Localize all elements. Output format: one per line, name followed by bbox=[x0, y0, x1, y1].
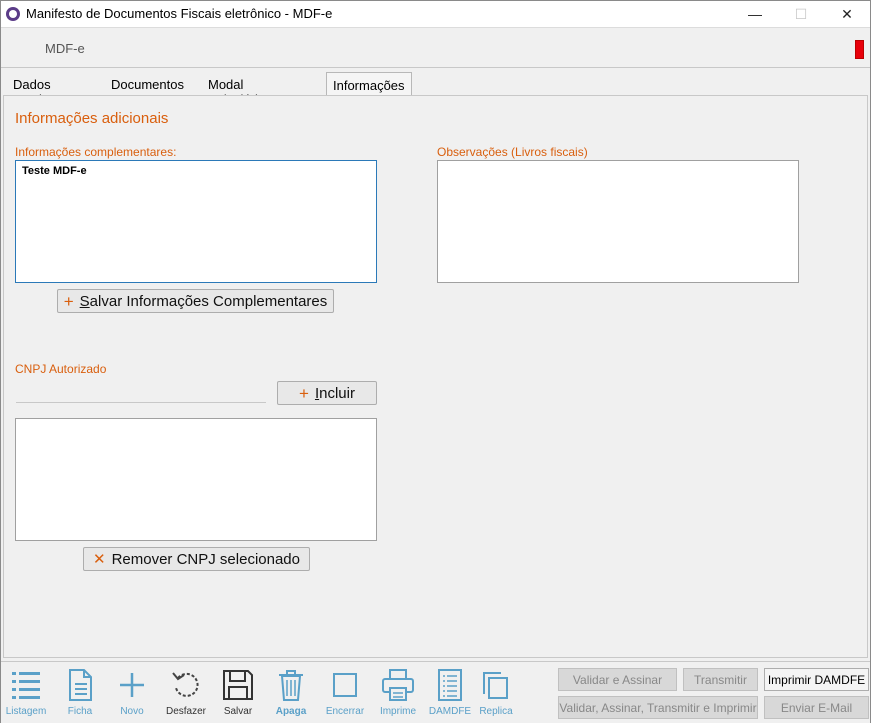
toolbar-ficha[interactable]: Ficha bbox=[55, 668, 105, 723]
toolbar-listagem[interactable]: Listagem bbox=[1, 668, 51, 723]
save-complementares-button[interactable]: + Salvar Informações Complementares bbox=[57, 289, 334, 313]
toolbar-salvar[interactable]: Salvar bbox=[213, 668, 263, 723]
observacoes-label: Observações (Livros fiscais) bbox=[437, 145, 588, 159]
tab-modal-rodoviario[interactable]: Modal rodoviário bbox=[202, 74, 271, 107]
close-icon: ✕ bbox=[93, 550, 106, 568]
toolbar-encerrar-label: Encerrar bbox=[325, 706, 365, 717]
complementares-value: Teste MDF-e bbox=[22, 165, 87, 177]
toolbar-desfazer[interactable]: Desfazer bbox=[161, 668, 211, 723]
toolbar-ficha-label: Ficha bbox=[67, 706, 93, 717]
toolbar-replica-label: Replica bbox=[479, 706, 513, 717]
maximize-button[interactable]: ☐ bbox=[778, 1, 824, 27]
app-logo-icon bbox=[6, 7, 20, 21]
toolbar-damdfe[interactable]: DAMDFE bbox=[425, 668, 475, 723]
list-icon bbox=[12, 672, 40, 699]
toolbar-imprime-label: Imprime bbox=[379, 706, 417, 717]
title-bar: Manifesto de Documentos Fiscais eletrôni… bbox=[1, 1, 870, 27]
undo-icon bbox=[172, 672, 199, 697]
trash-icon bbox=[279, 670, 303, 701]
status-indicator bbox=[855, 40, 864, 59]
minimize-button[interactable]: — bbox=[732, 1, 778, 27]
bottom-toolbar: Listagem Ficha Novo Desfazer Salvar Apag… bbox=[1, 661, 870, 723]
printer-icon bbox=[382, 669, 414, 701]
incluir-label: Incluir bbox=[314, 384, 355, 402]
enviar-email-button[interactable]: Enviar E-Mail bbox=[764, 696, 869, 719]
toolbar-novo-label: Novo bbox=[120, 706, 144, 717]
remove-cnpj-label: Remover CNPJ selecionado bbox=[111, 550, 300, 568]
observacoes-textarea[interactable] bbox=[437, 160, 799, 283]
complementares-label: Informações complementares: bbox=[15, 145, 177, 159]
plus-icon: + bbox=[63, 291, 74, 311]
toolbar-damdfe-label: DAMDFE bbox=[428, 706, 472, 717]
cnpj-input[interactable] bbox=[16, 383, 266, 403]
header-strip: MDF-e bbox=[1, 27, 870, 68]
validar-assinar-transmitir-imprimir-button[interactable]: Validar, Assinar, Transmitir e Imprimir bbox=[558, 696, 758, 719]
save-complementares-label: Salvar Informações Complementares bbox=[79, 292, 328, 310]
document-icon bbox=[69, 669, 92, 701]
cnpj-list[interactable] bbox=[15, 418, 377, 541]
toolbar-desfazer-label: Desfazer bbox=[165, 706, 206, 717]
plus-icon: + bbox=[299, 383, 309, 403]
toolbar-encerrar[interactable]: Encerrar bbox=[320, 668, 370, 723]
window-title: Manifesto de Documentos Fiscais eletrôni… bbox=[26, 6, 333, 21]
floppy-icon bbox=[223, 670, 253, 700]
header-title: MDF-e bbox=[45, 41, 85, 56]
incluir-button[interactable]: + Incluir bbox=[277, 381, 377, 405]
toolbar-novo[interactable]: Novo bbox=[107, 668, 157, 723]
toolbar-apaga[interactable]: Apaga bbox=[266, 668, 316, 723]
copy-icon bbox=[483, 672, 508, 699]
section-title: Informações adicionais bbox=[15, 110, 169, 127]
toolbar-replica[interactable]: Replica bbox=[471, 668, 521, 723]
square-icon bbox=[333, 673, 357, 697]
toolbar-imprime[interactable]: Imprime bbox=[373, 668, 423, 723]
toolbar-listagem-label: Listagem bbox=[5, 706, 47, 717]
close-button[interactable]: ✕ bbox=[824, 1, 870, 27]
imprimir-damdfe-button[interactable]: Imprimir DAMDFE bbox=[764, 668, 869, 691]
tab-informacoes-adicionais[interactable]: Informações Adicionais bbox=[326, 72, 412, 108]
report-icon bbox=[438, 669, 462, 701]
plus-icon bbox=[120, 673, 144, 697]
tab-documentos[interactable]: Documentos bbox=[105, 74, 190, 96]
app-window: Manifesto de Documentos Fiscais eletrôni… bbox=[0, 0, 871, 723]
remove-cnpj-button[interactable]: ✕ Remover CNPJ selecionado bbox=[83, 547, 310, 571]
toolbar-salvar-label: Salvar bbox=[223, 706, 253, 717]
complementares-textarea[interactable]: Teste MDF-e bbox=[15, 160, 377, 283]
tab-dados-gerais[interactable]: Dados gerais bbox=[7, 74, 57, 107]
cnpj-label: CNPJ Autorizado bbox=[15, 362, 107, 376]
toolbar-apaga-label: Apaga bbox=[275, 706, 307, 717]
validar-assinar-button[interactable]: Validar e Assinar bbox=[558, 668, 677, 691]
transmitir-button[interactable]: Transmitir bbox=[683, 668, 758, 691]
